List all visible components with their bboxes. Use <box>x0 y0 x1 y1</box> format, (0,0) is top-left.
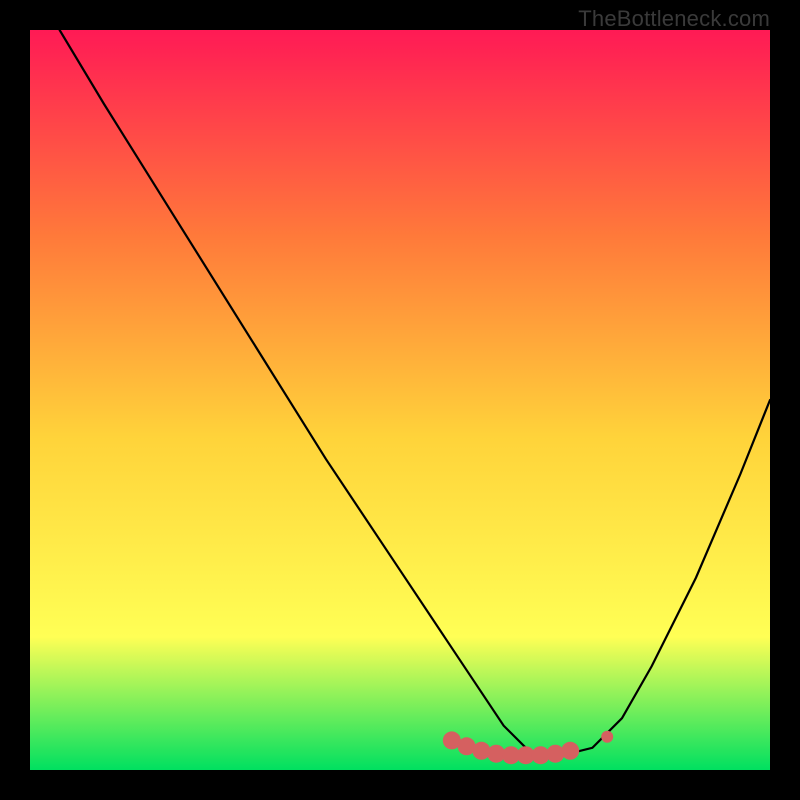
watermark-text: TheBottleneck.com <box>578 6 770 32</box>
range-marker <box>561 742 579 760</box>
plot-area <box>30 30 770 770</box>
chart-svg <box>30 30 770 770</box>
gradient-background <box>30 30 770 770</box>
chart-frame: TheBottleneck.com <box>0 0 800 800</box>
range-marker <box>601 731 613 743</box>
